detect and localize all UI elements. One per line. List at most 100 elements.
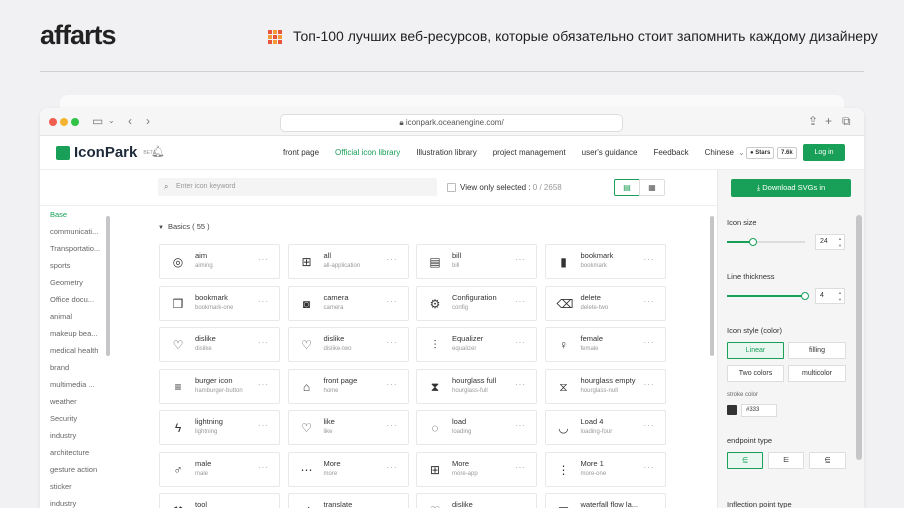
icon-card[interactable]: ⫶ Equalizer equalizer ··· xyxy=(416,327,537,362)
more-options-icon[interactable]: ··· xyxy=(258,255,269,264)
more-options-icon[interactable]: ··· xyxy=(644,463,655,472)
sidebar-category[interactable]: sticker xyxy=(40,478,106,495)
icon-card[interactable]: ⋯ More more ··· xyxy=(287,451,409,487)
section-title[interactable]: ▼ Basics ( 55 ) xyxy=(158,222,210,231)
search-input[interactable]: ⌕ Enter icon keyword xyxy=(158,178,437,196)
sidebar-category[interactable]: animal xyxy=(40,308,106,325)
more-options-icon[interactable]: ··· xyxy=(387,255,398,264)
nav-link-chinese[interactable]: Chinese xyxy=(705,148,734,157)
sidebar-category[interactable]: medical health xyxy=(40,342,106,359)
forward-icon[interactable]: › xyxy=(146,114,150,128)
sidebar-category[interactable]: makeup bea... xyxy=(40,325,106,342)
icon-card[interactable]: ⧖ hourglass empty hourglass-null ··· xyxy=(544,368,666,404)
more-options-icon[interactable]: ··· xyxy=(387,338,398,347)
sidebar-category[interactable]: multimedia ... xyxy=(40,376,106,393)
sidebar-category[interactable]: Office docu... xyxy=(40,291,106,308)
icon-card[interactable]: ⚒ tool ··· xyxy=(159,493,280,508)
icon-card[interactable]: ♡ dislike ··· xyxy=(416,493,537,508)
more-options-icon[interactable]: ··· xyxy=(258,297,269,306)
sidebar-category[interactable]: brand xyxy=(40,359,106,376)
icon-card[interactable]: ϟ lightning lightning ··· xyxy=(159,410,280,445)
more-options-icon[interactable]: ··· xyxy=(644,255,655,264)
icon-card[interactable]: ◎ aim aiming ··· xyxy=(159,244,280,279)
sidebar-category[interactable]: architecture xyxy=(40,444,106,461)
endpoint-butt-button[interactable]: ⋿ xyxy=(768,452,804,469)
more-options-icon[interactable]: ··· xyxy=(258,338,269,347)
more-options-icon[interactable]: ··· xyxy=(644,380,655,389)
icon-card[interactable]: ⌫ delete delete-two ··· xyxy=(544,285,666,321)
more-options-icon[interactable]: ··· xyxy=(515,504,526,508)
nav-link-feedback[interactable]: Feedback xyxy=(653,148,688,157)
more-options-icon[interactable]: ··· xyxy=(258,463,269,472)
icon-card[interactable]: ⊞ all all-application ··· xyxy=(287,244,409,279)
more-options-icon[interactable]: ··· xyxy=(387,380,398,389)
icon-card[interactable]: ♀ female female ··· xyxy=(544,327,666,362)
github-stars-button[interactable]: ● Stars xyxy=(746,147,775,159)
stroke-color-swatch[interactable] xyxy=(727,405,737,415)
icon-card[interactable]: ⌂ front page home ··· xyxy=(287,368,409,404)
iconpark-brand[interactable]: IconPark BETA xyxy=(56,144,156,161)
more-options-icon[interactable]: ··· xyxy=(515,338,526,347)
icon-size-slider[interactable] xyxy=(727,238,805,246)
more-options-icon[interactable]: ··· xyxy=(258,380,269,389)
style-two-colors-button[interactable]: Two colors xyxy=(727,365,784,382)
sidebar-category[interactable]: Transportatio... xyxy=(40,240,106,257)
icon-card[interactable]: ◡ Load 4 loading-four ··· xyxy=(544,410,666,445)
icon-card[interactable]: ♡ dislike dislike-two ··· xyxy=(287,327,409,362)
address-bar[interactable]: 🔒︎ iconpark.oceanengine.com/ xyxy=(280,114,623,132)
endpoint-square-button[interactable]: ⋸ xyxy=(809,452,846,469)
icon-card[interactable]: ⚙ Configuration config ··· xyxy=(416,285,537,321)
icon-card[interactable]: ♡ like like ··· xyxy=(287,410,409,445)
nav-link-project-management[interactable]: project management xyxy=(493,148,566,157)
more-options-icon[interactable]: ··· xyxy=(515,297,526,306)
sidebar-category[interactable]: Security xyxy=(40,410,106,427)
login-button[interactable]: Log in xyxy=(803,144,845,161)
icon-size-knob[interactable] xyxy=(748,238,757,246)
style-multicolor-button[interactable]: multicolor xyxy=(788,365,846,382)
main-scrollbar[interactable] xyxy=(710,216,714,356)
sidebar-category[interactable]: industry xyxy=(40,495,106,508)
language-chevron-icon[interactable]: ⌄ xyxy=(738,148,745,157)
icon-card[interactable]: ▤ bill bill ··· xyxy=(416,244,537,279)
thickness-knob[interactable] xyxy=(801,292,809,300)
tabs-icon[interactable]: ⧉ xyxy=(842,114,851,128)
style-filling-button[interactable]: filling xyxy=(788,342,846,359)
more-options-icon[interactable]: ··· xyxy=(515,380,526,389)
sidebar-toggle-icon[interactable]: ▭ xyxy=(92,114,103,128)
icon-card[interactable]: ♡ dislike dislike ··· xyxy=(159,327,280,362)
sidebar-category[interactable]: industry xyxy=(40,427,106,444)
icon-card[interactable]: ❒ bookmark bookmark-one ··· xyxy=(159,285,280,321)
style-linear-button[interactable]: Linear xyxy=(727,342,784,359)
more-options-icon[interactable]: ··· xyxy=(515,421,526,430)
icon-card[interactable]: ⋮ More 1 more-one ··· xyxy=(544,451,666,487)
new-tab-icon[interactable]: + xyxy=(825,114,832,128)
more-options-icon[interactable]: ··· xyxy=(515,255,526,264)
icon-size-input[interactable]: 24 ▲ ▼ xyxy=(815,234,845,250)
endpoint-round-button[interactable]: ⋸ xyxy=(727,452,763,469)
icon-card[interactable]: ⇄ translate ··· xyxy=(287,493,409,508)
sidebar-category[interactable]: gesture action xyxy=(40,461,106,478)
thickness-slider[interactable] xyxy=(727,292,809,300)
bell-icon[interactable]: 🔔︎ xyxy=(151,145,165,158)
nav-link-front-page[interactable]: front page xyxy=(283,148,319,157)
stepper-arrows-icon[interactable]: ▲ ▼ xyxy=(838,235,842,249)
sidebar-category[interactable]: Base xyxy=(40,206,106,223)
sidebar-category[interactable]: weather xyxy=(40,393,106,410)
maximize-dot[interactable] xyxy=(71,118,79,126)
grid-view-toggle[interactable]: ▤ xyxy=(614,179,640,196)
more-options-icon[interactable]: ··· xyxy=(258,421,269,430)
more-options-icon[interactable]: ··· xyxy=(515,463,526,472)
more-options-icon[interactable]: ··· xyxy=(387,297,398,306)
sidebar-category[interactable]: sports xyxy=(40,257,106,274)
nav-link-official-icon-library[interactable]: Official icon library xyxy=(335,148,400,157)
sidebar-category[interactable]: Geometry xyxy=(40,274,106,291)
more-options-icon[interactable]: ··· xyxy=(258,504,269,508)
nav-link-illustration-library[interactable]: Illustration library xyxy=(416,148,476,157)
panel-scrollbar[interactable] xyxy=(856,215,862,460)
icon-card[interactable]: ≡ burger icon hamburger-button ··· xyxy=(159,368,280,404)
stepper-arrows-icon[interactable]: ▲ ▼ xyxy=(838,289,842,303)
icon-card[interactable]: ▦ waterfall flow la... ··· xyxy=(544,493,666,508)
more-options-icon[interactable]: ··· xyxy=(644,297,655,306)
download-button[interactable]: ⤓ Download SVGs in xyxy=(731,179,851,197)
thickness-input[interactable]: 4 ▲ ▼ xyxy=(815,288,845,304)
